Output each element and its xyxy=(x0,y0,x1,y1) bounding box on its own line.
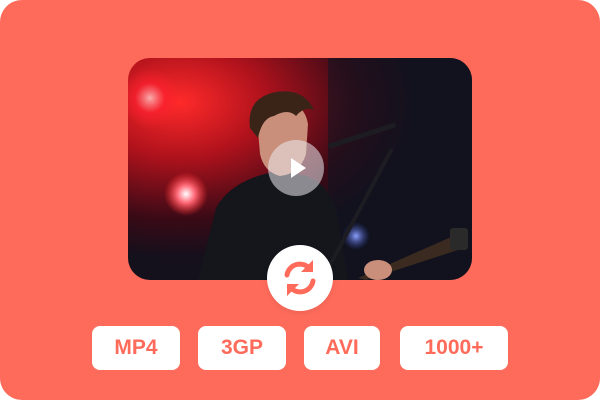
play-button[interactable] xyxy=(268,140,324,196)
format-pill-3gp[interactable]: 3GP xyxy=(198,326,286,370)
format-label: 3GP xyxy=(220,336,264,359)
format-label: AVI xyxy=(325,336,359,359)
format-pill-avi[interactable]: AVI xyxy=(304,326,380,370)
converter-card: MP4 3GP AVI 1000+ xyxy=(0,0,600,400)
format-label: 1000+ xyxy=(424,336,484,359)
format-list: MP4 3GP AVI 1000+ xyxy=(0,326,600,370)
convert-button[interactable] xyxy=(267,245,333,311)
format-pill-mp4[interactable]: MP4 xyxy=(92,326,180,370)
refresh-arrows-icon xyxy=(284,260,316,296)
format-pill-more[interactable]: 1000+ xyxy=(400,326,508,370)
play-icon xyxy=(291,158,306,178)
format-label: MP4 xyxy=(114,336,158,359)
